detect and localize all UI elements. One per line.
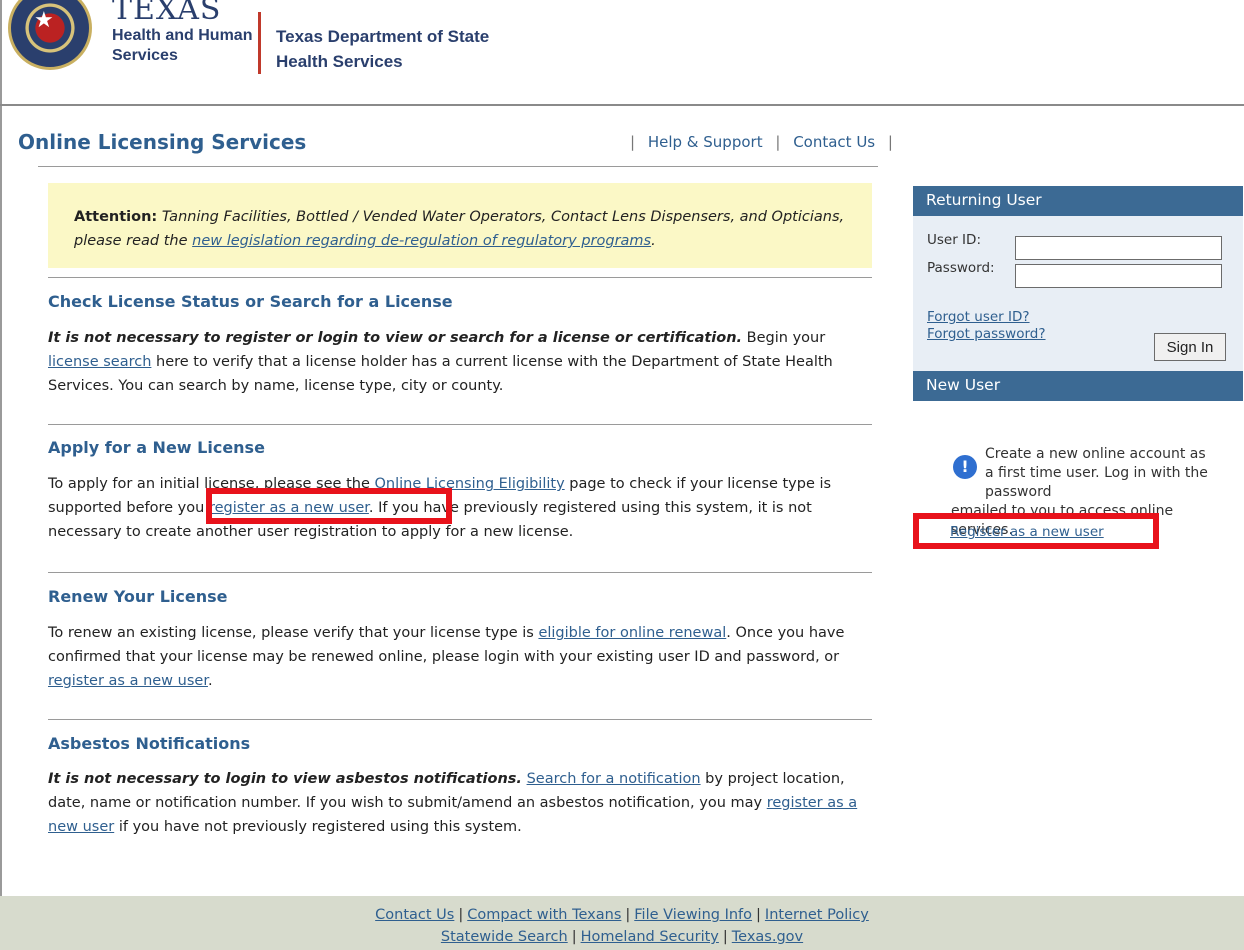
check-license-text: It is not necessary to register or login…	[48, 326, 868, 398]
footer-contact-us-link[interactable]: Contact Us	[375, 907, 454, 923]
footer-sep: |	[458, 907, 464, 923]
password-label: Password:	[927, 260, 995, 276]
asbestos-heading: Asbestos Notifications	[48, 734, 251, 753]
top-links-sep: |	[775, 133, 781, 151]
site-footer: Contact Us | Compact with Texans | File View…	[0, 896, 1244, 950]
asbestos-text: It is not necessary to login to view asb…	[48, 767, 868, 839]
hhs-brand-texas: TEXAS	[112, 0, 222, 27]
header-divider	[258, 12, 261, 74]
footer-file-viewing-link[interactable]: File Viewing Info	[634, 907, 752, 923]
new-user-heading: New User	[913, 371, 1243, 401]
top-links-sep: |	[630, 133, 636, 151]
check-license-heading: Check License Status or Search for a Lic…	[48, 292, 453, 311]
footer-sep: |	[722, 929, 728, 945]
section-divider	[48, 719, 872, 720]
attention-label: Attention:	[74, 209, 158, 225]
footer-texas-gov-link[interactable]: Texas.gov	[732, 929, 803, 945]
forgot-userid-link[interactable]: Forgot user ID?	[927, 309, 1030, 325]
top-links: | Help & Support | Contact Us |	[622, 133, 901, 151]
info-icon: !	[953, 455, 977, 479]
contact-us-link[interactable]: Contact Us	[793, 133, 875, 151]
help-support-link[interactable]: Help & Support	[648, 133, 763, 151]
renew-license-text: To renew an existing license, please ver…	[48, 621, 868, 693]
apply-license-text: To apply for an initial license, please …	[48, 472, 868, 544]
forgot-password-link[interactable]: Forgot password?	[927, 326, 1046, 342]
title-divider	[38, 166, 878, 167]
renew-t1: To renew an existing license, please ver…	[48, 625, 539, 641]
sidebar-register-link[interactable]: Register as a new user	[950, 524, 1104, 540]
page-title: Online Licensing Services	[18, 130, 307, 154]
password-field[interactable]	[1015, 264, 1222, 288]
star-icon: ★	[34, 8, 54, 33]
new-user-text-1: Create a new online account as a first t…	[985, 446, 1208, 500]
apply-register-link[interactable]: register as a new user	[209, 500, 369, 516]
apply-license-heading: Apply for a New License	[48, 438, 265, 457]
top-links-sep: |	[887, 133, 893, 151]
sign-in-button[interactable]: Sign In	[1154, 333, 1226, 361]
footer-sep: |	[571, 929, 577, 945]
hhs-brand-line3: Services	[112, 47, 178, 64]
section-divider	[48, 277, 872, 278]
userid-field[interactable]	[1015, 236, 1222, 260]
dshs-brand: Texas Department of State Health Service…	[276, 24, 489, 74]
userid-label: User ID:	[927, 232, 981, 248]
dshs-brand-line2: Health Services	[276, 52, 403, 71]
hhs-brand-line2: Health and Human	[112, 27, 253, 44]
deregulation-legislation-link[interactable]: new legislation regarding de-regulation …	[192, 233, 651, 249]
footer-sep: |	[625, 907, 631, 923]
asbestos-bold: It is not necessary to login to view asb…	[48, 771, 522, 787]
footer-statewide-search-link[interactable]: Statewide Search	[441, 929, 568, 945]
footer-internet-policy-link[interactable]: Internet Policy	[765, 907, 869, 923]
footer-homeland-security-link[interactable]: Homeland Security	[581, 929, 719, 945]
footer-row-2: Statewide Search | Homeland Security | Texas…	[0, 926, 1244, 948]
footer-row-1: Contact Us | Compact with Texans | File View…	[0, 904, 1244, 926]
renew-license-heading: Renew Your License	[48, 587, 228, 606]
footer-sep: |	[756, 907, 761, 923]
renew-t3: .	[207, 673, 213, 689]
apply-t1: To apply for an initial license, please …	[48, 476, 375, 492]
renew-register-link[interactable]: register as a new user	[48, 673, 208, 689]
check-license-bold: It is not necessary to register or login…	[48, 330, 743, 346]
returning-user-heading: Returning User	[913, 186, 1243, 216]
site-header: ★ TEXAS Health and Human Services Texas …	[0, 0, 1244, 106]
section-divider	[48, 424, 872, 425]
licensing-eligibility-link[interactable]: Online Licensing Eligibility	[374, 476, 564, 492]
asbestos-t3: if you have not previously registered us…	[114, 819, 522, 835]
dshs-brand-line1: Texas Department of State	[276, 27, 490, 46]
section-divider	[48, 572, 872, 573]
attention-end: .	[651, 233, 656, 249]
license-search-link[interactable]: license search	[48, 354, 151, 370]
check-license-t2: here to verify that a license holder has…	[48, 354, 833, 394]
check-license-t1: Begin your	[742, 330, 826, 346]
online-renewal-link[interactable]: eligible for online renewal	[538, 625, 726, 641]
search-notification-link[interactable]: Search for a notification	[527, 771, 701, 787]
left-border	[0, 0, 2, 950]
footer-compact-link[interactable]: Compact with Texans	[467, 907, 621, 923]
hhs-brand-sub: Health and Human Services	[112, 26, 252, 66]
attention-notice: Attention: Tanning Facilities, Bottled /…	[48, 183, 872, 268]
